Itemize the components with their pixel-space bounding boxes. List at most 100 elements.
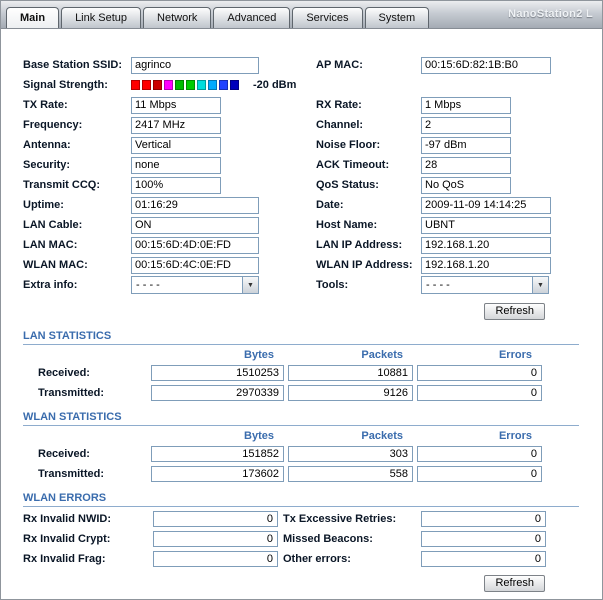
tab-link-setup[interactable]: Link Setup [61, 7, 142, 28]
date-field[interactable] [421, 196, 551, 214]
tx-rate-field[interactable] [131, 96, 221, 114]
lan-received-bytes-field[interactable] [151, 365, 284, 381]
rx-rate-field[interactable] [421, 96, 511, 114]
lan-mac-field[interactable] [131, 236, 259, 254]
lan-transmitted-bytes-field[interactable] [151, 385, 284, 401]
signal-segment [153, 80, 162, 90]
chevron-down-icon: ▼ [532, 277, 548, 293]
refresh-button-top[interactable]: Refresh [484, 303, 545, 320]
wlan-received-bytes-field[interactable] [151, 446, 284, 462]
signal-strength-label: Signal Strength: [23, 79, 108, 91]
antenna-field[interactable] [131, 136, 221, 154]
frequency-label: Frequency: [23, 119, 83, 131]
transmit-ccq-label: Transmit CCQ: [23, 179, 101, 191]
column-header-bytes: Bytes [244, 430, 274, 442]
lan-transmitted-errors-field[interactable] [417, 385, 542, 401]
rx-invalid-nwid-field[interactable] [153, 511, 278, 527]
uptime-field[interactable] [131, 196, 259, 214]
brand-label: NanoStation2 L [508, 8, 593, 20]
lan-mac-label: LAN MAC: [23, 239, 78, 251]
status-row: WLAN MAC: WLAN IP Address: [23, 255, 602, 275]
host-name-field[interactable] [421, 216, 551, 234]
lan-ip-field[interactable] [421, 236, 551, 254]
column-header-errors: Errors [498, 430, 532, 442]
qos-status-label: QoS Status: [316, 179, 379, 191]
signal-segment [230, 80, 239, 90]
table-row: Rx Invalid Crypt: Missed Beacons: [23, 531, 579, 547]
status-row: Base Station SSID: AP MAC: [23, 55, 602, 75]
ack-timeout-field[interactable] [421, 156, 511, 174]
airos-main-page: Main Link Setup Network Advanced Service… [0, 0, 603, 600]
lan-statistics-section: LAN STATISTICS Bytes Packets Errors Rece… [23, 330, 579, 401]
wlan-received-packets-field[interactable] [288, 446, 413, 462]
extra-info-select[interactable]: - - - - ▼ [131, 276, 259, 294]
rx-invalid-frag-label: Rx Invalid Frag: [23, 553, 106, 565]
tab-network[interactable]: Network [143, 7, 212, 28]
other-errors-label: Other errors: [283, 553, 351, 565]
wlan-ip-label: WLAN IP Address: [316, 259, 413, 271]
wlan-ip-field[interactable] [421, 256, 551, 274]
qos-status-field[interactable] [421, 176, 511, 194]
tab-services[interactable]: Services [292, 7, 363, 28]
wlan-transmitted-bytes-field[interactable] [151, 466, 284, 482]
table-row: Transmitted: [23, 385, 579, 401]
refresh-button-bottom[interactable]: Refresh [484, 575, 545, 592]
ack-timeout-label: ACK Timeout: [316, 159, 390, 171]
lan-transmitted-packets-field[interactable] [288, 385, 413, 401]
other-errors-field[interactable] [421, 551, 546, 567]
chevron-down-icon: ▼ [242, 277, 258, 293]
tx-rate-label: TX Rate: [23, 99, 68, 111]
base-station-ssid-field[interactable] [131, 56, 259, 74]
channel-label: Channel: [316, 119, 364, 131]
received-label: Received: [38, 448, 90, 460]
wlan-transmitted-errors-field[interactable] [417, 466, 542, 482]
channel-field[interactable] [421, 116, 511, 134]
tab-advanced[interactable]: Advanced [213, 7, 291, 28]
noise-floor-field[interactable] [421, 136, 511, 154]
tab-system[interactable]: System [364, 7, 430, 28]
rx-invalid-nwid-label: Rx Invalid NWID: [23, 513, 112, 525]
tools-select[interactable]: - - - - ▼ [421, 276, 549, 294]
wlan-statistics-header: Bytes Packets Errors [23, 430, 579, 442]
wlan-statistics-section: WLAN STATISTICS Bytes Packets Errors Rec… [23, 411, 579, 482]
received-label: Received: [38, 367, 90, 379]
lan-received-errors-field[interactable] [417, 365, 542, 381]
column-header-errors: Errors [498, 349, 532, 361]
signal-segment [197, 80, 206, 90]
rx-invalid-frag-field[interactable] [153, 551, 278, 567]
tab-main[interactable]: Main [6, 7, 60, 28]
status-row: Extra info: - - - - ▼ Tools: - - - - ▼ [23, 275, 602, 295]
lan-received-packets-field[interactable] [288, 365, 413, 381]
transmit-ccq-field[interactable] [131, 176, 221, 194]
signal-segment [208, 80, 217, 90]
rx-invalid-crypt-field[interactable] [153, 531, 278, 547]
refresh-row-top: Refresh [1, 303, 602, 320]
signal-segment [164, 80, 173, 90]
column-header-bytes: Bytes [244, 349, 274, 361]
antenna-label: Antenna: [23, 139, 71, 151]
host-name-label: Host Name: [316, 219, 378, 231]
table-row: Rx Invalid NWID: Tx Excessive Retries: [23, 511, 579, 527]
signal-segment [175, 80, 184, 90]
tx-excessive-retries-field[interactable] [421, 511, 546, 527]
tools-label: Tools: [316, 279, 349, 291]
signal-segment [186, 80, 195, 90]
frequency-field[interactable] [131, 116, 221, 134]
security-field[interactable] [131, 156, 221, 174]
signal-segment [142, 80, 151, 90]
tx-excessive-retries-label: Tx Excessive Retries: [283, 513, 397, 525]
status-panel: Base Station SSID: AP MAC: Signal Streng… [23, 55, 602, 295]
transmitted-label: Transmitted: [38, 387, 105, 399]
status-row: Security: ACK Timeout: [23, 155, 602, 175]
transmitted-label: Transmitted: [38, 468, 105, 480]
lan-cable-field[interactable] [131, 216, 259, 234]
status-row: LAN Cable: Host Name: [23, 215, 602, 235]
ap-mac-field[interactable] [421, 56, 551, 74]
table-row: Rx Invalid Frag: Other errors: [23, 551, 579, 567]
wlan-transmitted-packets-field[interactable] [288, 466, 413, 482]
wlan-received-errors-field[interactable] [417, 446, 542, 462]
signal-strength-bar [131, 80, 239, 90]
missed-beacons-field[interactable] [421, 531, 546, 547]
wlan-mac-field[interactable] [131, 256, 259, 274]
table-row: Received: [23, 365, 579, 381]
